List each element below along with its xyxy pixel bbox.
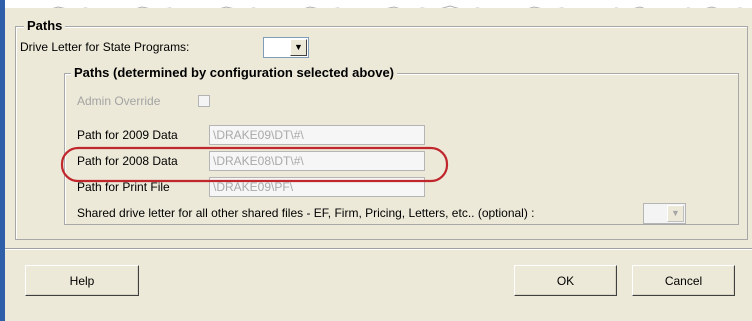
drive-letter-select[interactable]: ▼ (263, 37, 309, 58)
path-2009-field[interactable]: \DRAKE09\DT\#\ (209, 125, 425, 145)
path-2009-label: Path for 2009 Data (77, 128, 178, 142)
admin-override-label: Admin Override (77, 94, 161, 108)
cancel-button[interactable]: Cancel (632, 265, 735, 296)
admin-override-checkbox[interactable] (198, 95, 210, 107)
paths-config-group-title: Paths (determined by configuration selec… (71, 65, 398, 80)
drive-letter-label: Drive Letter for State Programs: (20, 40, 190, 54)
paths-group: Paths Drive Letter for State Programs: ▼… (15, 18, 748, 240)
paths-group-title: Paths (24, 18, 66, 33)
chevron-down-icon[interactable]: ▼ (290, 39, 307, 56)
ok-button[interactable]: OK (514, 265, 617, 296)
chevron-down-icon[interactable]: ▼ (667, 205, 684, 222)
highlight-ellipse (60, 146, 449, 183)
shared-drive-select[interactable]: ▼ (643, 203, 686, 224)
shared-drive-label: Shared drive letter for all other shared… (77, 206, 535, 220)
help-button[interactable]: Help (25, 265, 139, 296)
button-separator (5, 248, 752, 250)
